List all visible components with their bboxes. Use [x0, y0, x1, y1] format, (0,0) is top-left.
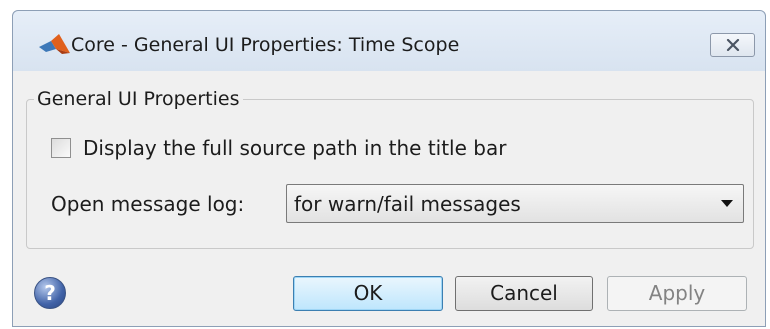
- ok-button[interactable]: OK: [293, 276, 443, 311]
- group-title: General UI Properties: [34, 88, 243, 110]
- dialog-body: General UI Properties Display the full s…: [13, 71, 765, 326]
- dialog-window: Core - General UI Properties: Time Scope…: [12, 10, 766, 327]
- help-icon[interactable]: ?: [34, 277, 66, 309]
- cancel-button[interactable]: Cancel: [455, 276, 593, 311]
- chevron-down-icon: [721, 200, 733, 207]
- apply-button[interactable]: Apply: [607, 276, 747, 311]
- close-icon: [726, 39, 739, 51]
- matlab-logo-icon: [39, 34, 70, 54]
- message-log-label: Open message log:: [51, 192, 245, 216]
- close-button[interactable]: [710, 33, 755, 57]
- message-log-selected-value: for warn/fail messages: [294, 192, 521, 216]
- window-title: Core - General UI Properties: Time Scope: [71, 34, 460, 56]
- full-path-checkbox-label[interactable]: Display the full source path in the titl…: [83, 135, 506, 161]
- message-log-dropdown[interactable]: for warn/fail messages: [286, 184, 744, 223]
- title-bar[interactable]: Core - General UI Properties: Time Scope: [13, 11, 765, 71]
- general-ui-properties-group: [26, 99, 754, 249]
- full-path-checkbox[interactable]: [51, 138, 71, 158]
